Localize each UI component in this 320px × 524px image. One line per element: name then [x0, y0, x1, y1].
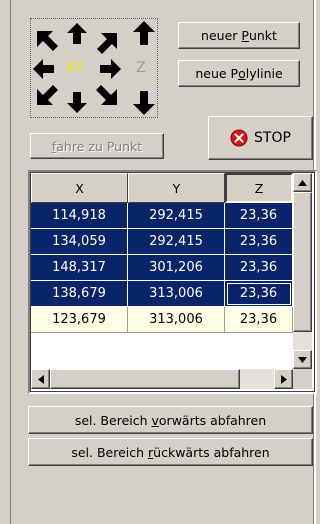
stop-button[interactable]: STOP: [208, 116, 313, 160]
scroll-up-button[interactable]: [293, 173, 312, 192]
column-header-x[interactable]: X: [31, 173, 128, 203]
run-selection-backward-button[interactable]: sel. Bereich r ückwärts abfahren: [28, 438, 313, 466]
table-cell[interactable]: 23,36: [225, 255, 293, 281]
table-cell[interactable]: 292,415: [128, 203, 225, 229]
arrow-down-icon[interactable]: [67, 92, 87, 113]
column-header-z[interactable]: Z: [225, 173, 293, 203]
new-point-label-accel: P: [241, 28, 249, 43]
point-table-body: X Y Z 114,918 292,415 23,36 134,059 292,…: [30, 172, 315, 392]
forward-label-suffix: orwärts abfahren: [158, 412, 267, 428]
new-point-label-prefix: neuer: [201, 28, 242, 43]
triangle-down-icon: [298, 356, 307, 363]
backward-label-prefix: sel. Bereich: [71, 444, 149, 460]
arrow-down-right-icon[interactable]: [96, 85, 117, 105]
stop-label: STOP: [254, 130, 291, 146]
scroll-left-button[interactable]: [31, 369, 50, 389]
z-label: Z: [136, 60, 146, 76]
xy-label: XY: [66, 60, 85, 76]
table-cell[interactable]: 23,36: [225, 229, 293, 255]
horizontal-scrollbar[interactable]: [31, 369, 293, 389]
table-cell[interactable]: 23,36: [225, 307, 293, 333]
arrow-left-icon[interactable]: [33, 59, 54, 79]
new-point-button[interactable]: neuer Punkt: [178, 22, 300, 49]
scroll-thumb[interactable]: [293, 192, 312, 332]
stop-icon: [230, 129, 248, 147]
z-up-arrow-icon[interactable]: [133, 21, 155, 45]
goto-point-label-suffix: ahre zu Punkt: [56, 138, 143, 154]
direction-pad: XY Z: [30, 18, 158, 118]
table-cell[interactable]: 313,006: [128, 307, 225, 333]
new-polyline-label-suffix: lylinie: [245, 66, 283, 81]
new-polyline-button[interactable]: neue Po lylinie: [178, 60, 300, 87]
table-cell[interactable]: 134,059: [31, 229, 128, 255]
table-cell[interactable]: 301,206: [128, 255, 225, 281]
triangle-left-icon: [37, 374, 44, 384]
table-cell[interactable]: 123,679: [31, 307, 128, 333]
new-polyline-label-prefix: neue P: [195, 66, 239, 81]
triangle-up-icon: [298, 179, 307, 186]
new-polyline-label-accel: o: [238, 66, 246, 81]
column-header-y[interactable]: Y: [128, 173, 225, 203]
scroll-down-button[interactable]: [293, 350, 312, 369]
arrow-right-icon[interactable]: [100, 59, 121, 79]
table-cell[interactable]: 138,679: [31, 281, 128, 307]
run-selection-forward-button[interactable]: sel. Bereich v orwärts abfahren: [28, 406, 313, 434]
scroll-right-button[interactable]: [274, 369, 293, 389]
arrow-down-left-icon[interactable]: [37, 85, 58, 105]
arrow-up-right-icon[interactable]: [97, 33, 117, 54]
arrow-up-icon[interactable]: [67, 23, 87, 44]
table-cell[interactable]: 292,415: [128, 229, 225, 255]
scroll-h-thumb[interactable]: [50, 369, 240, 389]
triangle-right-icon: [280, 374, 287, 384]
forward-label-prefix: sel. Bereich: [74, 412, 152, 428]
z-down-arrow-icon[interactable]: [133, 91, 155, 115]
goto-point-button[interactable]: f ahre zu Punkt: [30, 133, 164, 159]
left-divider: [10, 0, 11, 524]
forward-label-accel: v: [151, 412, 159, 428]
scrollbar-corner: [293, 369, 312, 389]
backward-label-suffix: ückwärts abfahren: [153, 444, 270, 460]
vertical-scrollbar[interactable]: [293, 173, 312, 369]
point-table[interactable]: X Y Z 114,918 292,415 23,36 134,059 292,…: [28, 170, 317, 394]
new-point-label-suffix: unkt: [248, 28, 277, 43]
table-cell[interactable]: 114,918: [31, 203, 128, 229]
table-cell[interactable]: 313,006: [128, 281, 225, 307]
table-cell-focused[interactable]: 23,36: [225, 281, 293, 307]
arrow-up-left-icon[interactable]: [37, 31, 58, 51]
table-cell[interactable]: 148,317: [31, 255, 128, 281]
table-cell[interactable]: 23,36: [225, 203, 293, 229]
